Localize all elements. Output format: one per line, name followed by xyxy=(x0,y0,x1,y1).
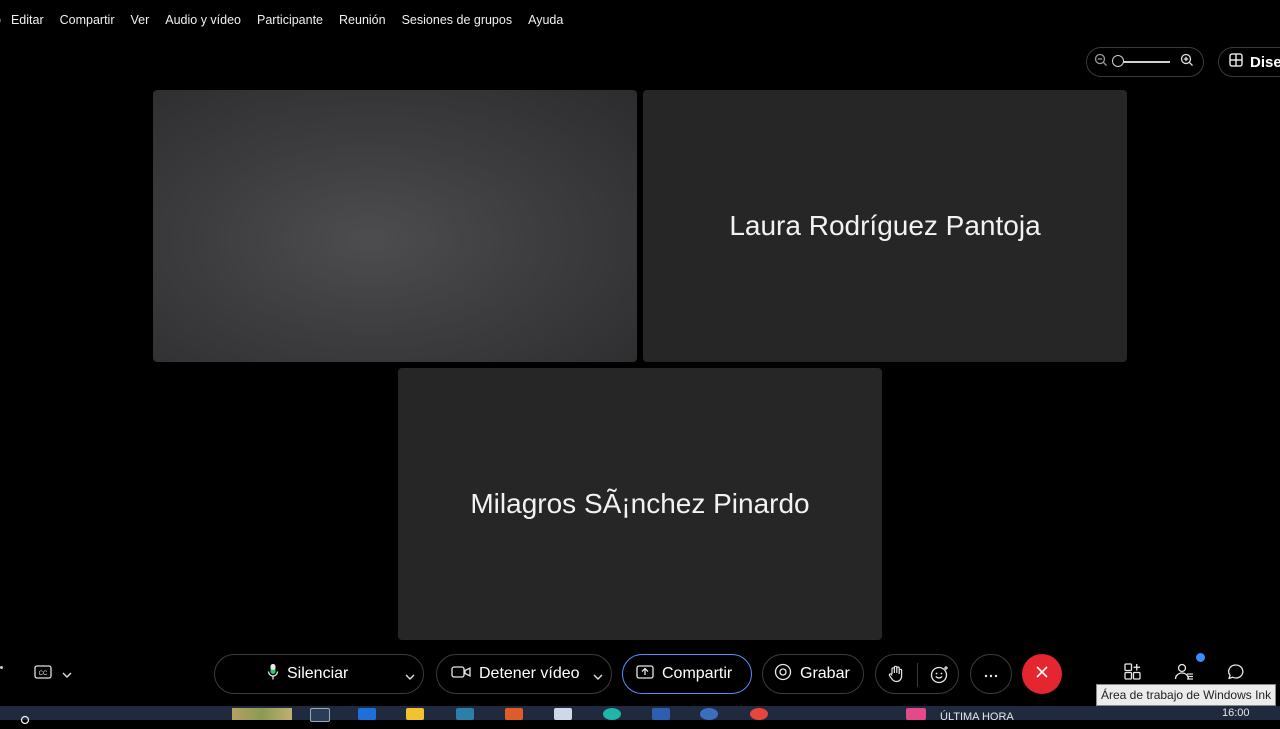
video-tile-self[interactable] xyxy=(153,90,637,362)
stop-video-button[interactable]: Detener vídeo xyxy=(436,654,612,694)
apps-icon xyxy=(1124,662,1142,686)
record-icon xyxy=(774,663,792,686)
menu-item-file[interactable]: o xyxy=(0,13,1,27)
captions-button[interactable]: CC xyxy=(34,664,78,684)
zoom-slider-thumb[interactable] xyxy=(1112,55,1124,67)
folder-icon[interactable] xyxy=(406,708,424,720)
chat-icon xyxy=(1227,663,1245,686)
raise-hand-icon[interactable] xyxy=(888,665,904,688)
menu-item-help[interactable]: Ayuda xyxy=(528,13,563,27)
side-dot xyxy=(0,666,3,669)
notification-badge xyxy=(1196,653,1205,662)
layout-button-label: Dise xyxy=(1250,53,1280,71)
taskbar-app-icon[interactable] xyxy=(700,708,718,720)
zoom-out-icon[interactable] xyxy=(1094,53,1108,72)
taskbar-app-icon[interactable] xyxy=(456,708,474,720)
zoom-slider[interactable] xyxy=(1112,55,1170,67)
menu-item-participant[interactable]: Participante xyxy=(257,13,323,27)
reactions-group xyxy=(875,654,959,694)
layout-button[interactable]: Dise xyxy=(1218,47,1280,77)
menu-item-edit[interactable]: Editar xyxy=(11,13,44,27)
taskbar-app-icon[interactable] xyxy=(652,708,670,720)
taskbar-app-icon[interactable] xyxy=(505,708,523,720)
video-tile-milagros[interactable]: Milagros SÃ¡nchez Pinardo xyxy=(398,368,882,640)
menu-item-share[interactable]: Compartir xyxy=(60,13,115,27)
menu-bar: o Editar Compartir Ver Audio y vídeo Par… xyxy=(0,0,579,40)
mute-button[interactable]: Silenciar xyxy=(214,654,424,694)
chevron-down-icon[interactable] xyxy=(62,665,72,683)
chevron-down-icon[interactable] xyxy=(593,667,603,685)
menu-item-audio-video[interactable]: Audio y vídeo xyxy=(165,13,241,27)
participant-name: Milagros SÃ¡nchez Pinardo xyxy=(470,488,810,519)
share-button-label: Compartir xyxy=(662,665,733,682)
svg-text:CC: CC xyxy=(39,671,48,677)
participants-icon xyxy=(1174,663,1194,686)
taskbar-app-icon[interactable] xyxy=(358,708,376,720)
search-icon[interactable] xyxy=(20,711,32,729)
taskbar-clock[interactable]: 16:00 xyxy=(1222,707,1250,719)
mute-button-label: Silenciar xyxy=(287,665,349,682)
stop-video-button-label: Detener vídeo xyxy=(479,665,580,682)
menu-item-view[interactable]: Ver xyxy=(130,13,149,27)
more-options-button[interactable] xyxy=(970,654,1012,694)
taskbar-app-icon[interactable] xyxy=(554,708,572,720)
share-screen-icon xyxy=(636,664,654,684)
grid-icon xyxy=(1229,53,1243,71)
closed-captions-icon: CC xyxy=(34,664,52,684)
close-icon xyxy=(1035,665,1049,684)
video-tile-laura[interactable]: Laura Rodríguez Pantoja xyxy=(643,90,1127,362)
tooltip: Área de trabajo de Windows Ink xyxy=(1096,684,1277,706)
divider xyxy=(917,663,918,687)
participant-name: Laura Rodríguez Pantoja xyxy=(729,210,1041,241)
zoom-in-icon[interactable] xyxy=(1180,53,1194,72)
taskbar-item-label[interactable]: ÚLTIMA HORA xyxy=(940,711,1014,723)
video-camera-icon xyxy=(451,665,471,684)
taskbar-app-icon[interactable] xyxy=(906,708,926,720)
record-button[interactable]: Grabar xyxy=(762,654,864,694)
record-button-label: Grabar xyxy=(800,665,850,682)
windows-taskbar xyxy=(0,706,1280,720)
taskbar-app-icon[interactable] xyxy=(750,708,768,720)
microphone-icon xyxy=(267,663,279,686)
taskbar-app-icon[interactable] xyxy=(603,708,621,720)
chevron-down-icon[interactable] xyxy=(405,667,415,685)
share-button[interactable]: Compartir xyxy=(622,654,752,694)
end-call-button[interactable] xyxy=(1022,654,1062,694)
menu-item-breakout-sessions[interactable]: Sesiones de grupos xyxy=(402,13,513,27)
more-options-icon xyxy=(984,665,998,683)
emoji-reaction-icon[interactable] xyxy=(930,665,949,689)
zoom-control xyxy=(1086,47,1204,77)
taskbar-widget-image[interactable] xyxy=(232,708,292,720)
menu-item-meeting[interactable]: Reunión xyxy=(339,13,386,27)
